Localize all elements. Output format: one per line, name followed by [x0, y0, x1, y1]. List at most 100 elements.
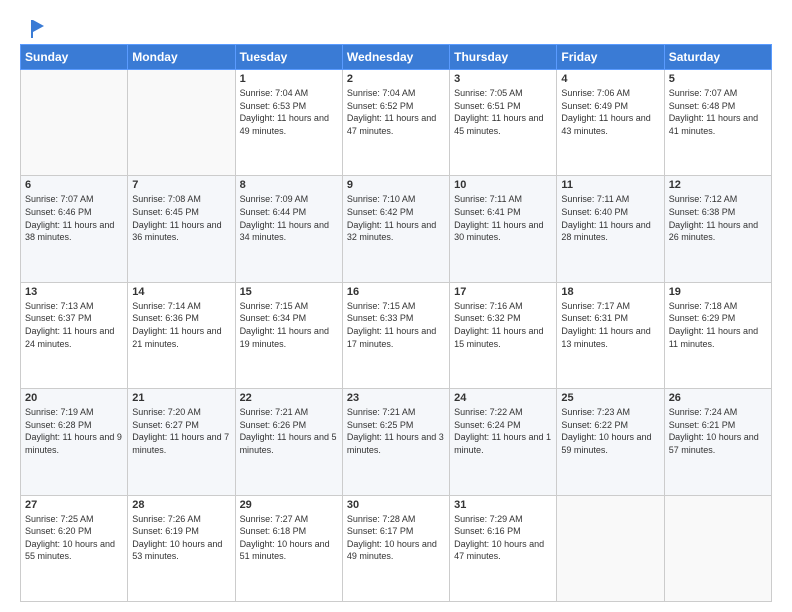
calendar-cell: 6 Sunrise: 7:07 AMSunset: 6:46 PMDaylight…: [21, 176, 128, 282]
day-number: 20: [25, 392, 123, 404]
cell-info: Sunrise: 7:07 AMSunset: 6:48 PMDaylight:…: [669, 87, 767, 137]
calendar-cell: 8 Sunrise: 7:09 AMSunset: 6:44 PMDaylight…: [235, 176, 342, 282]
day-header-wednesday: Wednesday: [342, 45, 449, 70]
cell-info: Sunrise: 7:18 AMSunset: 6:29 PMDaylight:…: [669, 300, 767, 350]
day-number: 23: [347, 392, 445, 404]
cell-info: Sunrise: 7:13 AMSunset: 6:37 PMDaylight:…: [25, 300, 123, 350]
calendar-cell: 21Sunrise: 7:20 AMSunset: 6:27 PMDayligh…: [128, 389, 235, 495]
calendar-cell: 30 Sunrise: 7:28 AMSunset: 6:17 PMDayligh…: [342, 495, 449, 601]
day-header-saturday: Saturday: [664, 45, 771, 70]
cell-info: Sunrise: 7:16 AMSunset: 6:32 PMDaylight:…: [454, 300, 552, 350]
calendar-cell: 20 Sunrise: 7:19 AMSunset: 6:28 PMDayligh…: [21, 389, 128, 495]
calendar-cell: 27 Sunrise: 7:25 AMSunset: 6:20 PMDayligh…: [21, 495, 128, 601]
cell-info: Sunrise: 7:20 AMSunset: 6:27 PMDaylight:…: [132, 406, 230, 456]
cell-info: Sunrise: 7:14 AMSunset: 6:36 PMDaylight:…: [132, 300, 230, 350]
day-number: 3: [454, 73, 552, 85]
calendar-cell: 23 Sunrise: 7:21 AMSunset: 6:25 PMDayligh…: [342, 389, 449, 495]
cell-info: Sunrise: 7:22 AMSunset: 6:24 PMDaylight:…: [454, 406, 552, 456]
calendar-cell: 25 Sunrise: 7:23 AMSunset: 6:22 PMDayligh…: [557, 389, 664, 495]
calendar-cell: 28Sunrise: 7:26 AMSunset: 6:19 PMDayligh…: [128, 495, 235, 601]
calendar-cell: [557, 495, 664, 601]
calendar-cell: [21, 70, 128, 176]
day-header-tuesday: Tuesday: [235, 45, 342, 70]
logo-flag-icon: [22, 18, 44, 40]
day-number: 6: [25, 179, 123, 191]
calendar-week-row: 13Sunrise: 7:13 AMSunset: 6:37 PMDayligh…: [21, 282, 772, 388]
calendar-cell: 10Sunrise: 7:11 AMSunset: 6:41 PMDayligh…: [450, 176, 557, 282]
calendar-cell: 29 Sunrise: 7:27 AMSunset: 6:18 PMDayligh…: [235, 495, 342, 601]
cell-info: Sunrise: 7:23 AMSunset: 6:22 PMDaylight:…: [561, 406, 659, 456]
calendar-cell: 9Sunrise: 7:10 AMSunset: 6:42 PMDaylight…: [342, 176, 449, 282]
day-number: 19: [669, 286, 767, 298]
calendar-cell: 13Sunrise: 7:13 AMSunset: 6:37 PMDayligh…: [21, 282, 128, 388]
calendar-week-row: 6 Sunrise: 7:07 AMSunset: 6:46 PMDaylight…: [21, 176, 772, 282]
cell-info: Sunrise: 7:21 AMSunset: 6:25 PMDaylight:…: [347, 406, 445, 456]
cell-info: Sunrise: 7:21 AMSunset: 6:26 PMDaylight:…: [240, 406, 338, 456]
day-header-friday: Friday: [557, 45, 664, 70]
calendar-cell: 15 Sunrise: 7:15 AMSunset: 6:34 PMDayligh…: [235, 282, 342, 388]
calendar-week-row: 27 Sunrise: 7:25 AMSunset: 6:20 PMDayligh…: [21, 495, 772, 601]
day-number: 1: [240, 73, 338, 85]
cell-info: Sunrise: 7:29 AMSunset: 6:16 PMDaylight:…: [454, 513, 552, 563]
calendar-cell: 2 Sunrise: 7:04 AMSunset: 6:52 PMDaylight…: [342, 70, 449, 176]
cell-info: Sunrise: 7:24 AMSunset: 6:21 PMDaylight:…: [669, 406, 767, 456]
calendar-cell: 17 Sunrise: 7:16 AMSunset: 6:32 PMDayligh…: [450, 282, 557, 388]
cell-info: Sunrise: 7:04 AMSunset: 6:53 PMDaylight:…: [240, 87, 338, 137]
day-number: 22: [240, 392, 338, 404]
day-number: 14: [132, 286, 230, 298]
calendar-cell: [664, 495, 771, 601]
day-number: 17: [454, 286, 552, 298]
calendar-cell: 5 Sunrise: 7:07 AMSunset: 6:48 PMDaylight…: [664, 70, 771, 176]
day-number: 16: [347, 286, 445, 298]
day-number: 28: [132, 499, 230, 511]
day-number: 25: [561, 392, 659, 404]
day-number: 5: [669, 73, 767, 85]
calendar-cell: 7 Sunrise: 7:08 AMSunset: 6:45 PMDaylight…: [128, 176, 235, 282]
cell-info: Sunrise: 7:07 AMSunset: 6:46 PMDaylight:…: [25, 193, 123, 243]
day-number: 12: [669, 179, 767, 191]
day-header-sunday: Sunday: [21, 45, 128, 70]
calendar-body: 1 Sunrise: 7:04 AMSunset: 6:53 PMDaylight…: [21, 70, 772, 602]
day-number: 8: [240, 179, 338, 191]
day-number: 10: [454, 179, 552, 191]
day-number: 30: [347, 499, 445, 511]
calendar-header-row: SundayMondayTuesdayWednesdayThursdayFrid…: [21, 45, 772, 70]
day-number: 18: [561, 286, 659, 298]
calendar-cell: 18 Sunrise: 7:17 AMSunset: 6:31 PMDayligh…: [557, 282, 664, 388]
calendar-cell: 4 Sunrise: 7:06 AMSunset: 6:49 PMDaylight…: [557, 70, 664, 176]
cell-info: Sunrise: 7:17 AMSunset: 6:31 PMDaylight:…: [561, 300, 659, 350]
day-number: 31: [454, 499, 552, 511]
cell-info: Sunrise: 7:09 AMSunset: 6:44 PMDaylight:…: [240, 193, 338, 243]
cell-info: Sunrise: 7:06 AMSunset: 6:49 PMDaylight:…: [561, 87, 659, 137]
cell-info: Sunrise: 7:15 AMSunset: 6:34 PMDaylight:…: [240, 300, 338, 350]
cell-info: Sunrise: 7:12 AMSunset: 6:38 PMDaylight:…: [669, 193, 767, 243]
day-number: 4: [561, 73, 659, 85]
day-number: 11: [561, 179, 659, 191]
calendar-cell: 14 Sunrise: 7:14 AMSunset: 6:36 PMDayligh…: [128, 282, 235, 388]
day-number: 2: [347, 73, 445, 85]
cell-info: Sunrise: 7:28 AMSunset: 6:17 PMDaylight:…: [347, 513, 445, 563]
calendar-table: SundayMondayTuesdayWednesdayThursdayFrid…: [20, 44, 772, 602]
cell-info: Sunrise: 7:15 AMSunset: 6:33 PMDaylight:…: [347, 300, 445, 350]
cell-info: Sunrise: 7:27 AMSunset: 6:18 PMDaylight:…: [240, 513, 338, 563]
cell-info: Sunrise: 7:04 AMSunset: 6:52 PMDaylight:…: [347, 87, 445, 137]
calendar-week-row: 20 Sunrise: 7:19 AMSunset: 6:28 PMDayligh…: [21, 389, 772, 495]
calendar-week-row: 1 Sunrise: 7:04 AMSunset: 6:53 PMDaylight…: [21, 70, 772, 176]
day-number: 15: [240, 286, 338, 298]
day-number: 29: [240, 499, 338, 511]
page: SundayMondayTuesdayWednesdayThursdayFrid…: [0, 0, 792, 612]
calendar-cell: 31 Sunrise: 7:29 AMSunset: 6:16 PMDayligh…: [450, 495, 557, 601]
logo: [20, 18, 44, 36]
calendar-cell: 26 Sunrise: 7:24 AMSunset: 6:21 PMDayligh…: [664, 389, 771, 495]
day-number: 27: [25, 499, 123, 511]
day-header-thursday: Thursday: [450, 45, 557, 70]
calendar-cell: 1 Sunrise: 7:04 AMSunset: 6:53 PMDaylight…: [235, 70, 342, 176]
cell-info: Sunrise: 7:25 AMSunset: 6:20 PMDaylight:…: [25, 513, 123, 563]
day-number: 24: [454, 392, 552, 404]
calendar-cell: [128, 70, 235, 176]
day-number: 26: [669, 392, 767, 404]
day-number: 7: [132, 179, 230, 191]
cell-info: Sunrise: 7:19 AMSunset: 6:28 PMDaylight:…: [25, 406, 123, 456]
cell-info: Sunrise: 7:08 AMSunset: 6:45 PMDaylight:…: [132, 193, 230, 243]
header: [20, 18, 772, 36]
